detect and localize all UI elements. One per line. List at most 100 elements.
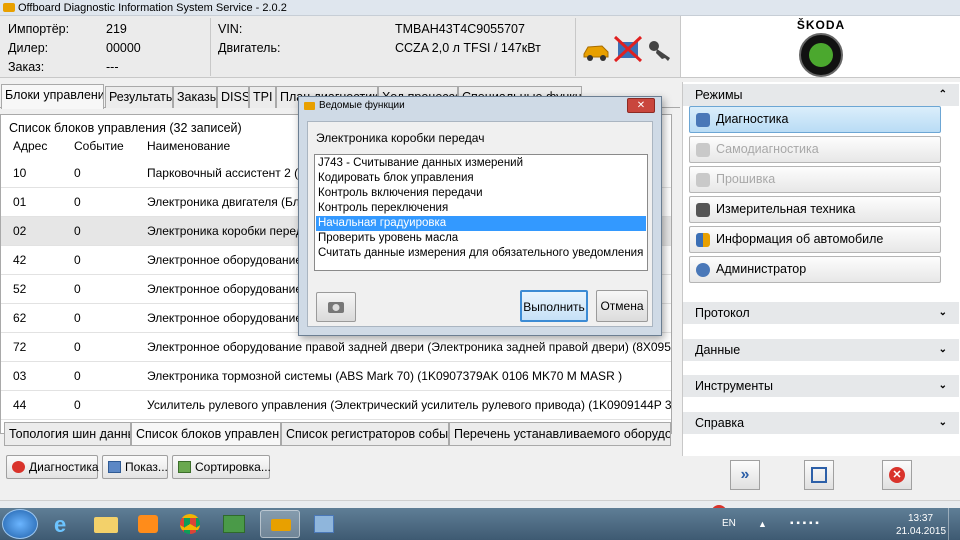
internet-explorer-icon[interactable]: e [44, 510, 84, 538]
mode-measurement[interactable]: Измерительная техника [689, 196, 941, 223]
cell-address: 52 [13, 282, 27, 296]
control-panel-icon[interactable] [304, 510, 344, 538]
chevron-down-icon: ⌄ [938, 344, 947, 355]
app-icon [304, 102, 315, 110]
list-item[interactable]: Считать данные измерения для обязательно… [316, 246, 646, 261]
diagnostics-button[interactable]: Диагностика [6, 455, 99, 479]
section-label: Инструменты [695, 379, 773, 393]
network-app-icon[interactable] [214, 510, 254, 538]
list-item[interactable]: Контроль включения передачи [316, 186, 646, 201]
exit-button[interactable]: ✕ [882, 460, 912, 490]
right-panel: Режимы ⌃ Диагностика Самодиагностика Про… [682, 82, 960, 456]
mode-vehicle-info[interactable]: Информация об автомобиле [689, 226, 941, 253]
function-list: J743 - Считывание данных измерений Кодиро… [314, 154, 648, 271]
tab-control-unit-list[interactable]: Список блоков управления [131, 422, 281, 446]
file-explorer-icon[interactable] [86, 510, 126, 538]
guided-functions-dialog: Ведомые функции ✕ Электроника коробки пе… [298, 96, 662, 336]
cell-event: 0 [74, 340, 81, 354]
fullscreen-icon [811, 467, 827, 483]
mode-administrator[interactable]: Администратор [689, 256, 941, 283]
tab-results[interactable]: Результаты [105, 86, 173, 108]
show-desktop-button[interactable] [948, 508, 960, 540]
chevron-up-icon: ⌃ [938, 89, 947, 100]
title-bar: Offboard Diagnostic Information System S… [0, 0, 960, 16]
data-header[interactable]: Данные ⌄ [683, 339, 959, 361]
car-icon [583, 45, 609, 61]
flash-icon [696, 173, 710, 187]
tab-bus-topology[interactable]: Топология шин данных [4, 422, 131, 446]
cell-address: 03 [13, 369, 27, 383]
brand-panel: ŠKODA [680, 16, 960, 78]
cell-address: 02 [13, 224, 27, 238]
mode-self-diagnostics[interactable]: Самодиагностика [689, 136, 941, 163]
table-row[interactable]: 44 0 Усилитель рулевого управления (Электр… [1, 391, 671, 420]
list-item[interactable]: J743 - Считывание данных измерений [316, 156, 646, 171]
divider [210, 18, 211, 76]
mode-label: Информация об автомобиле [716, 232, 884, 246]
tools-header[interactable]: Инструменты ⌄ [683, 375, 959, 397]
app-icon [3, 3, 15, 12]
media-player-icon[interactable] [128, 510, 168, 538]
clock-time[interactable]: 13:37 [908, 513, 933, 525]
column-header-name[interactable]: Наименование [147, 139, 230, 156]
tab-installed-equipment[interactable]: Перечень устанавливаемого оборудования [449, 422, 671, 446]
cell-address: 44 [13, 398, 27, 412]
execute-button[interactable]: Выполнить [520, 290, 588, 322]
mode-flashing[interactable]: Прошивка [689, 166, 941, 193]
start-button[interactable] [2, 509, 38, 539]
mode-diagnostics[interactable]: Диагностика [689, 106, 941, 133]
sort-icon [178, 461, 191, 473]
order-label: Заказ: [8, 60, 45, 74]
list-item[interactable]: Кодировать блок управления [316, 171, 646, 186]
show-button[interactable]: Показ... [102, 455, 168, 479]
forward-button[interactable]: » [730, 460, 760, 490]
window-icon [108, 461, 121, 473]
tab-control-units[interactable]: Блоки управления [1, 84, 104, 109]
tray-icons[interactable]: ▪ ▪ ▪ ▪ ▪ [790, 508, 819, 540]
odis-taskbar-icon[interactable] [260, 510, 300, 538]
dialog-close-button[interactable]: ✕ [627, 98, 655, 113]
camera-icon [328, 302, 344, 313]
protocol-header[interactable]: Протокол ⌄ [683, 302, 959, 324]
list-item[interactable]: Проверить уровень масла [316, 231, 646, 246]
cell-name: Электроника коробки передач [147, 224, 316, 238]
mode-label: Измерительная техника [716, 202, 856, 216]
section-label: Данные [695, 343, 741, 357]
sort-button[interactable]: Сортировка... [172, 455, 271, 479]
chrome-icon[interactable] [170, 510, 210, 538]
chevron-down-icon: ⌄ [938, 307, 947, 318]
table-row[interactable]: 03 0 Электроника тормозной системы (ABS Ma… [1, 362, 671, 391]
tab-orders[interactable]: Заказы [173, 86, 217, 108]
column-header-event[interactable]: Событие [74, 139, 124, 156]
help-header[interactable]: Справка ⌄ [683, 412, 959, 434]
table-row[interactable]: 72 0 Электронное оборудование правой задне… [1, 333, 671, 362]
clock-date[interactable]: 21.04.2015 [896, 526, 946, 538]
language-indicator[interactable]: EN [722, 508, 736, 540]
cell-event: 0 [74, 282, 81, 296]
dialog-title: Ведомые функции [319, 100, 405, 111]
double-arrow-icon: » [740, 466, 750, 483]
modes-header[interactable]: Режимы ⌃ [683, 84, 959, 106]
dialog-title-bar[interactable]: Ведомые функции ✕ [299, 97, 661, 115]
gear-icon [696, 263, 710, 277]
dealer-value: 00000 [106, 41, 141, 55]
modes-header-label: Режимы [695, 88, 743, 102]
cell-name: Электронное оборудование правой задней д… [147, 340, 671, 354]
stop-icon [12, 461, 25, 473]
tab-event-recorders[interactable]: Список регистраторов событий [281, 422, 449, 446]
tab-diss[interactable]: DISS [217, 86, 249, 108]
self-diagnostics-icon [696, 143, 710, 157]
chevron-down-icon: ⌄ [938, 380, 947, 391]
order-value: --- [106, 60, 119, 74]
list-item[interactable]: Контроль переключения [316, 201, 646, 216]
column-header-address[interactable]: Адрес [13, 139, 47, 156]
book-icon [696, 233, 710, 247]
taskbar: e EN ▲ ▪ ▪ ▪ ▪ ▪ 13:37 21.04.2015 [0, 508, 960, 540]
cancel-button[interactable]: Отмена [596, 290, 648, 322]
fullscreen-button[interactable] [804, 460, 834, 490]
screenshot-button[interactable] [316, 292, 356, 322]
list-item[interactable]: Начальная градуировка [316, 216, 646, 231]
mode-label: Диагностика [716, 112, 789, 126]
tray-arrow-icon[interactable]: ▲ [758, 508, 767, 540]
tab-tpi[interactable]: TPI [249, 86, 276, 108]
